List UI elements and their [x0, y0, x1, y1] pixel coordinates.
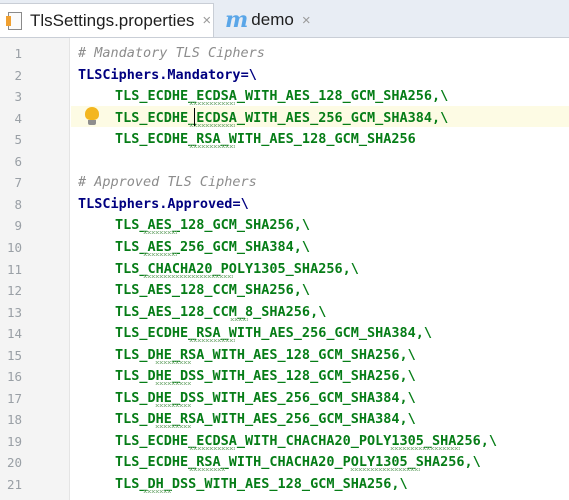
line-number: 13	[6, 304, 22, 320]
line-number: 19	[6, 433, 22, 449]
code-line: # Approved TLS Ciphers	[78, 172, 257, 193]
comment-text: # Mandatory TLS Ciphers	[78, 45, 265, 61]
code-line: TLS_ECDHE_RSA_WITH_AES_128_GCM_SHA256	[115, 129, 416, 150]
line-number: 18	[6, 412, 22, 428]
code-line: TLS_ECDHE_RSA_WITH_CHACHA20_POLY1305_SHA…	[115, 452, 481, 473]
line-number: 17	[6, 390, 22, 406]
lightbulb-icon[interactable]	[84, 107, 100, 127]
property-value: TLS_ECDHE_RSA_WITH_AES_256_GCM_SHA384,\	[115, 325, 432, 342]
property-separator: =\	[240, 66, 257, 83]
code-line: TLSCiphers.Mandatory=\	[78, 65, 257, 86]
property-value: TLS_AES_128_CCM_SHA256,\	[115, 282, 311, 299]
spellcheck-squiggle	[189, 102, 235, 106]
spellcheck-squiggle	[230, 317, 248, 321]
code-line: TLS_ECDHE_ECDSA_WITH_AES_256_GCM_SHA384,…	[115, 108, 448, 129]
property-value: TLS_ECDHE_ECDSA_WITH_AES_256_GCM_SHA384,…	[115, 109, 449, 126]
spellcheck-squiggle	[189, 468, 225, 472]
code-line: TLSCiphers.Approved=\	[78, 194, 249, 215]
spellcheck-squiggle	[143, 274, 233, 278]
property-value: TLS_ECDHE_RSA_WITH_AES_128_GCM_SHA256	[115, 131, 416, 148]
property-value: TLS_ECDHE_ECDSA_WITH_AES_128_GCM_SHA256,…	[115, 88, 449, 105]
text-caret	[194, 108, 195, 126]
line-number: 7	[14, 175, 22, 191]
property-value: TLS_AES_128_CCM_8_SHA256,\	[115, 303, 327, 320]
spellcheck-squiggle	[155, 382, 191, 386]
tab-label: TlsSettings.properties	[30, 10, 195, 30]
property-value: TLS_ECDHE_RSA_WITH_CHACHA20_POLY1305_SHA…	[115, 454, 481, 471]
spellcheck-squiggle	[350, 468, 420, 472]
property-key: TLSCiphers.Approved	[78, 195, 233, 212]
tab-demo[interactable]: m demo ×	[215, 3, 315, 37]
line-number: 21	[6, 477, 22, 492]
line-number: 12	[6, 283, 22, 299]
spellcheck-squiggle	[189, 446, 235, 450]
line-number: 6	[14, 153, 22, 169]
line-number: 4	[14, 110, 22, 126]
comment-text: # Approved TLS Ciphers	[78, 174, 257, 191]
property-separator: =\	[232, 195, 249, 212]
properties-file-icon	[6, 10, 24, 32]
spellcheck-squiggle	[143, 490, 171, 493]
code-line: # Mandatory TLS Ciphers	[78, 43, 265, 64]
line-number: 2	[14, 67, 22, 83]
line-number: 15	[6, 347, 22, 363]
code-line: TLS_AES_128_CCM_SHA256,\	[115, 280, 310, 301]
line-number: 10	[6, 239, 22, 255]
line-number: 9	[14, 218, 22, 234]
markdown-m-icon: m	[225, 7, 249, 33]
spellcheck-squiggle	[390, 446, 460, 450]
close-icon[interactable]: ×	[302, 12, 311, 29]
code-line: TLS_ECDHE_RSA_WITH_AES_256_GCM_SHA384,\	[115, 323, 432, 344]
line-number: 11	[6, 261, 22, 277]
spellcheck-squiggle	[189, 123, 235, 127]
line-number: 14	[6, 326, 22, 342]
line-number: 3	[14, 89, 22, 105]
code-line: TLS_ECDHE_ECDSA_WITH_AES_128_GCM_SHA256,…	[115, 86, 448, 107]
line-number: 16	[6, 369, 22, 385]
property-key: TLSCiphers.Mandatory	[78, 66, 241, 83]
spellcheck-squiggle	[189, 339, 235, 343]
spellcheck-squiggle	[155, 425, 191, 429]
line-number: 1	[14, 46, 22, 61]
spellcheck-squiggle	[155, 360, 191, 364]
line-number: 8	[14, 196, 22, 212]
tab-label: demo	[251, 10, 294, 29]
spellcheck-squiggle	[189, 145, 235, 149]
spellcheck-squiggle	[155, 403, 191, 407]
line-number: 20	[6, 455, 22, 471]
spellcheck-squiggle	[143, 252, 177, 256]
line-number-gutter[interactable]: 1 2 3 4 5 6 7 8 9 10 11 12 13 14 15 16 17 18 19 20 21	[0, 38, 70, 500]
close-icon[interactable]: ×	[202, 12, 211, 29]
code-line: TLS_AES_128_CCM_8_SHA256,\	[115, 302, 326, 323]
editor-tab-bar: TlsSettings.properties × m demo ×	[0, 0, 569, 38]
spellcheck-squiggle	[143, 231, 177, 235]
tab-tlssettings-properties[interactable]: TlsSettings.properties ×	[0, 3, 214, 37]
line-number: 5	[14, 132, 22, 148]
